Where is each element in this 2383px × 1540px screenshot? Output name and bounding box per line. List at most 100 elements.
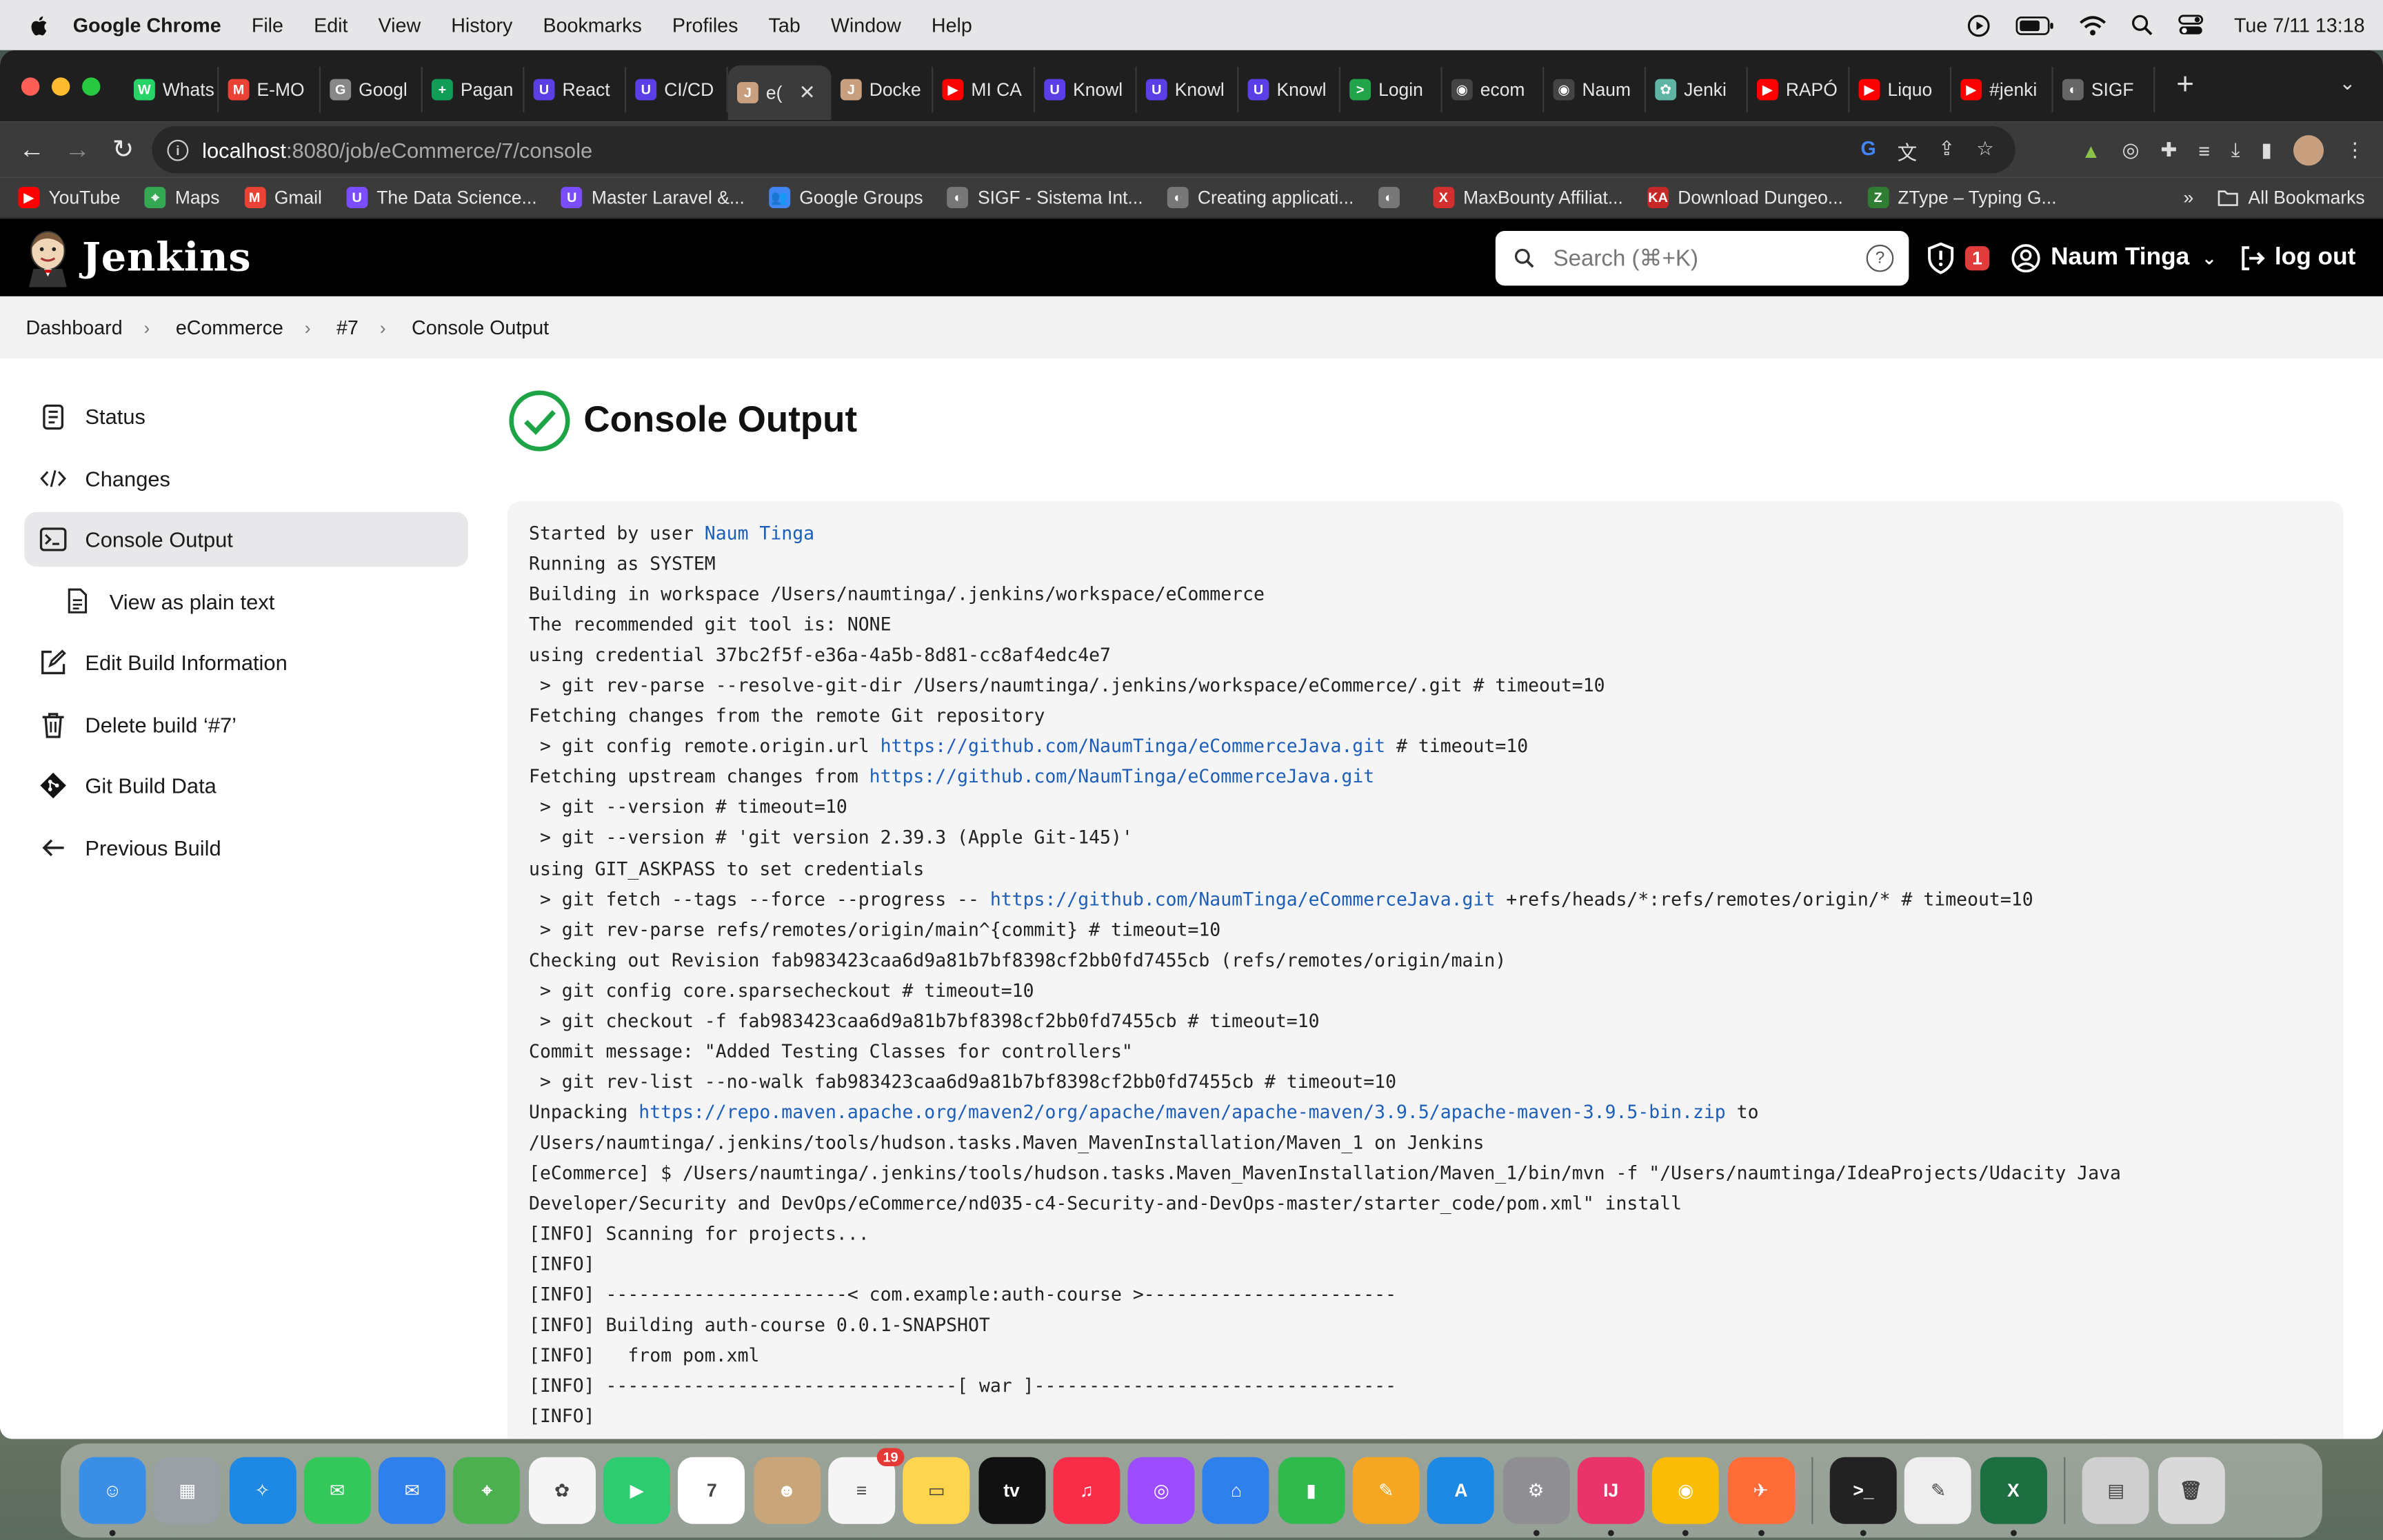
bookmark-item[interactable]: U Master Laravel &...: [561, 187, 745, 208]
menu-help[interactable]: Help: [932, 14, 972, 37]
browser-tab[interactable]: ▶ RAPÓ: [1748, 66, 1850, 113]
dock-documents-icon[interactable]: ▤: [2082, 1457, 2150, 1524]
dock-facetime-icon[interactable]: ▶: [603, 1457, 671, 1524]
google-lens-icon[interactable]: G: [1860, 136, 1876, 165]
dock-safari-icon[interactable]: ✧: [228, 1457, 296, 1524]
menu-clock[interactable]: Tue 7/11 13:18: [2234, 14, 2365, 37]
all-bookmarks-button[interactable]: All Bookmarks: [2218, 187, 2365, 208]
address-url[interactable]: localhost:8080/job/eCommerce/7/console: [202, 137, 592, 161]
new-tab-button[interactable]: +: [2176, 68, 2194, 103]
bookmark-item[interactable]: ⌖ Maps: [144, 187, 219, 208]
jenkins-brand[interactable]: Jenkins: [82, 235, 251, 281]
browser-tab[interactable]: U Knowl: [1035, 66, 1137, 113]
browser-tab[interactable]: ✿ Jenki: [1646, 66, 1748, 113]
zoom-window-button[interactable]: [82, 77, 101, 95]
sidebar-item-git-build-data[interactable]: Git Build Data: [24, 758, 468, 813]
logout-icon[interactable]: [2238, 244, 2266, 272]
user-avatar-icon[interactable]: [2011, 243, 2042, 273]
dock-launchpad-icon[interactable]: ▦: [154, 1457, 221, 1524]
dock-music-icon[interactable]: ♫: [1053, 1457, 1120, 1524]
dock-terminal-icon[interactable]: >_: [1830, 1457, 1897, 1537]
sidebar-item-previous-build[interactable]: Previous Build: [24, 820, 468, 874]
dock-photos-icon[interactable]: ✿: [528, 1457, 596, 1524]
sidebar-item-edit-build-info[interactable]: Edit Build Information: [24, 635, 468, 689]
extension-target-icon[interactable]: ◎: [2122, 139, 2139, 163]
user-menu-chevron-icon[interactable]: ⌄: [2202, 247, 2217, 268]
dock-tv-icon[interactable]: tv: [978, 1457, 1045, 1524]
browser-tab[interactable]: U CI/CD: [626, 66, 728, 113]
play-status-icon[interactable]: [1967, 13, 1991, 37]
bookmark-star-icon[interactable]: ☆: [1976, 136, 1994, 165]
dock-excel-icon[interactable]: X: [1980, 1457, 2047, 1537]
battery-icon[interactable]: [2015, 14, 2055, 36]
spotlight-search-icon[interactable]: [2131, 14, 2153, 37]
dock-mail-icon[interactable]: ✉: [379, 1457, 446, 1524]
bookmark-item[interactable]: Z ZType – Typing G...: [1867, 187, 2057, 208]
console-link[interactable]: https://github.com/NaumTinga/eCommerceJa…: [869, 767, 1375, 788]
dock-messages-icon[interactable]: ✉: [303, 1457, 371, 1524]
menu-file[interactable]: File: [252, 14, 283, 37]
console-log[interactable]: Started by user Naum Tinga Running as SYS…: [529, 518, 2322, 1432]
console-link[interactable]: https://repo.maven.apache.org/maven2/org…: [639, 1102, 1725, 1123]
security-shield-icon[interactable]: [1925, 241, 1955, 274]
dock-maps-icon[interactable]: ⌖: [453, 1457, 521, 1524]
sidebar-item-changes[interactable]: Changes: [24, 451, 468, 505]
dock-finder-icon[interactable]: ☺: [79, 1457, 146, 1537]
menu-history[interactable]: History: [451, 14, 512, 37]
browser-tab[interactable]: J Docke: [832, 66, 934, 113]
dock-chrome-icon[interactable]: ◉: [1652, 1457, 1720, 1537]
sidebar-item-view-plain-text[interactable]: View as plain text: [24, 574, 468, 628]
browser-tab[interactable]: W Whats: [125, 66, 219, 113]
browser-tab[interactable]: ▶ Liquo: [1849, 66, 1952, 113]
bookmark-item[interactable]: 👥 Google Groups: [769, 187, 923, 208]
bookmark-item[interactable]: M Gmail: [243, 187, 322, 208]
jenkins-butler-logo[interactable]: [26, 229, 70, 287]
browser-tab[interactable]: ◉ ecom: [1442, 66, 1545, 113]
profile-avatar[interactable]: [2293, 135, 2324, 166]
sidebar-item-console-output[interactable]: Console Output: [24, 511, 468, 567]
dock-contacts-icon[interactable]: ☻: [753, 1457, 821, 1524]
breadcrumb-dashboard[interactable]: Dashboard: [26, 316, 122, 338]
wifi-icon[interactable]: [2079, 14, 2107, 36]
menu-bookmarks[interactable]: Bookmarks: [543, 14, 641, 37]
browser-tab[interactable]: ▶ MI CA: [933, 66, 1035, 113]
browser-tab[interactable]: G Googl: [321, 66, 423, 113]
browser-tab[interactable]: > Login: [1340, 66, 1442, 113]
logout-link[interactable]: log out: [2275, 244, 2356, 272]
console-link[interactable]: Naum Tinga: [705, 523, 814, 544]
close-window-button[interactable]: [21, 77, 40, 95]
console-output-panel[interactable]: Started by user Naum Tinga Running as SYS…: [507, 501, 2344, 1439]
menu-app-name[interactable]: Google Chrome: [73, 14, 221, 37]
dock-reminders-icon[interactable]: ≡ 19: [828, 1448, 905, 1524]
browser-tab-active[interactable]: Je(✕: [727, 65, 832, 121]
menu-view[interactable]: View: [379, 14, 421, 37]
dock-intellij-icon[interactable]: IJ: [1577, 1457, 1645, 1537]
sidebar-item-status[interactable]: Status: [24, 389, 468, 443]
reading-list-icon[interactable]: ≡: [2198, 139, 2210, 162]
site-info-icon[interactable]: i: [167, 139, 189, 161]
back-arrow-icon[interactable]: ←: [9, 134, 54, 165]
menu-edit[interactable]: Edit: [314, 14, 348, 37]
dock-postman-icon[interactable]: ✈: [1727, 1457, 1795, 1537]
browser-tab[interactable]: M E-MO: [219, 66, 321, 113]
minimize-window-button[interactable]: [51, 77, 70, 95]
bookmark-item[interactable]: ◐ Creating applicati...: [1167, 187, 1354, 208]
bookmark-item[interactable]: U The Data Science...: [346, 187, 537, 208]
translate-icon[interactable]: 文: [1898, 136, 1918, 165]
dock-calendar-icon[interactable]: 7: [678, 1457, 745, 1524]
browser-tab[interactable]: U React: [524, 66, 627, 113]
bookmark-item[interactable]: KA Download Dungeo...: [1647, 187, 1843, 208]
share-icon[interactable]: ⇪: [1938, 136, 1955, 165]
browser-tab[interactable]: U Knowl: [1238, 66, 1341, 113]
forward-arrow-icon[interactable]: →: [54, 134, 100, 165]
bookmarks-overflow-button[interactable]: »: [2183, 187, 2193, 208]
dock-keynote-icon[interactable]: ⌂: [1203, 1457, 1270, 1524]
console-link[interactable]: https://github.com/NaumTinga/eCommerceJa…: [881, 736, 1386, 758]
browser-tab[interactable]: ▶ #jenki: [1951, 66, 2053, 113]
search-input[interactable]: [1553, 245, 1842, 272]
browser-tab[interactable]: ◐ SIGF: [2053, 66, 2155, 113]
extensions-puzzle-icon[interactable]: ✚: [2160, 139, 2177, 163]
address-bar[interactable]: i localhost:8080/job/eCommerce/7/console…: [152, 125, 2015, 174]
dock-numbers-icon[interactable]: ▮: [1278, 1457, 1345, 1524]
dock-app-store-icon[interactable]: A: [1427, 1457, 1495, 1524]
